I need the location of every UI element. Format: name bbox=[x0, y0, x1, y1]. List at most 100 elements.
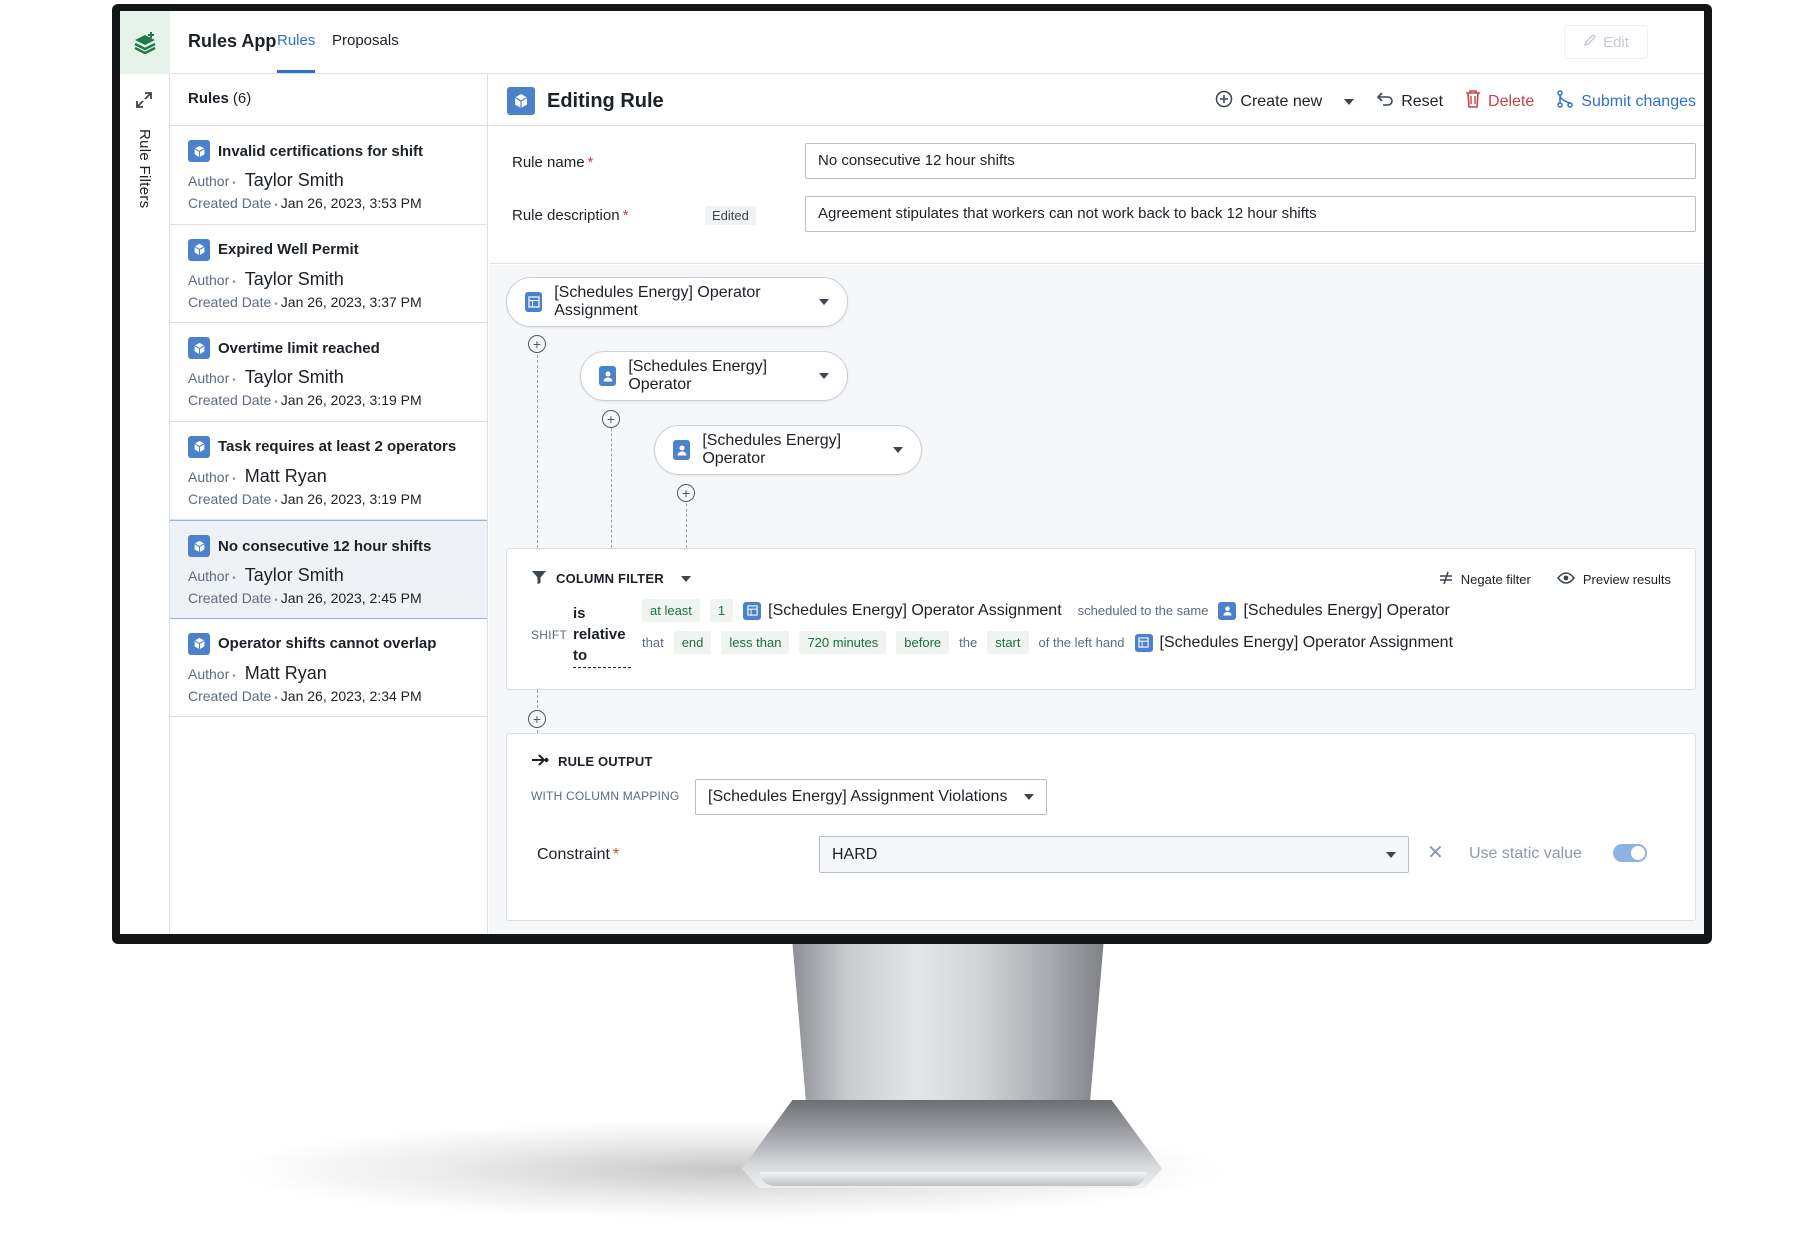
minutes-chip[interactable]: 720 minutes bbox=[799, 631, 887, 654]
column-mapping-select[interactable]: [Schedules Energy] Assignment Violations bbox=[695, 779, 1047, 815]
rule-created-date: Jan 26, 2023, 3:19 PM bbox=[280, 490, 422, 507]
rule-cube-icon bbox=[188, 337, 210, 359]
separator-dot: • bbox=[232, 375, 236, 386]
entity-operator[interactable]: [Schedules Energy] Operator bbox=[1218, 601, 1450, 620]
tab-proposals[interactable]: Proposals bbox=[332, 32, 399, 49]
rule-card[interactable]: No consecutive 12 hour shifts Author • Tayl… bbox=[170, 520, 487, 619]
relation-operator[interactable]: is relative to bbox=[573, 603, 631, 668]
end-chip[interactable]: end bbox=[673, 631, 712, 654]
create-new-label: Create new bbox=[1240, 92, 1323, 110]
filter-expression-line-1: at least 1 [Schedules Energy] Operator A… bbox=[642, 599, 1450, 622]
rule-output-title: RULE OUTPUT bbox=[558, 754, 653, 769]
rule-card[interactable]: Overtime limit reached Author • Taylor Smit… bbox=[170, 323, 487, 422]
reset-button[interactable]: Reset bbox=[1376, 90, 1443, 113]
rule-created-date: Jan 26, 2023, 3:53 PM bbox=[280, 195, 422, 211]
author-label: Author bbox=[188, 665, 230, 682]
rule-card[interactable]: Invalid certifications for shift Author • T… bbox=[170, 126, 487, 225]
monitor-bezel: Rules App Rules Proposals Edit Rule Filt… bbox=[112, 4, 1712, 944]
filter-rail: Rule Filters bbox=[120, 74, 170, 934]
expand-icon[interactable] bbox=[134, 90, 154, 115]
submit-changes-label: Submit changes bbox=[1581, 92, 1696, 110]
filter-icon bbox=[531, 569, 547, 588]
separator-dot: • bbox=[274, 692, 278, 704]
author-label: Author bbox=[188, 271, 230, 288]
edit-button[interactable]: Edit bbox=[1564, 25, 1648, 59]
rule-title: Task requires at least 2 operators bbox=[218, 438, 457, 455]
person-icon bbox=[599, 366, 617, 386]
rule-card[interactable]: Operator shifts cannot overlap Author • Mat… bbox=[170, 619, 487, 717]
add-node-icon[interactable]: + bbox=[528, 335, 546, 353]
rule-created-date: Jan 26, 2023, 3:19 PM bbox=[280, 392, 422, 408]
author-label: Author bbox=[188, 468, 230, 485]
separator-dot: • bbox=[274, 397, 278, 408]
person-icon bbox=[1218, 601, 1237, 620]
author-label: Author bbox=[188, 173, 230, 189]
table-icon bbox=[1134, 633, 1153, 652]
start-chip[interactable]: start bbox=[987, 631, 1029, 654]
rule-author: Taylor Smith bbox=[244, 268, 344, 289]
constraint-label: Constraint * bbox=[537, 846, 620, 863]
rule-created-date: Jan 26, 2023, 2:45 PM bbox=[280, 590, 422, 606]
created-date-label: Created Date bbox=[188, 195, 272, 211]
rules-list-panel: Rules (6) Invalid certifications for shif… bbox=[170, 74, 488, 934]
arrow-right-icon bbox=[531, 754, 549, 769]
use-static-value-toggle[interactable] bbox=[1613, 844, 1647, 862]
column-filter-header[interactable]: COLUMN FILTER bbox=[531, 569, 691, 588]
clear-icon[interactable]: ✕ bbox=[1427, 840, 1444, 865]
that-text: that bbox=[642, 635, 664, 650]
create-new-dropdown-icon[interactable] bbox=[1344, 98, 1355, 105]
before-chip[interactable]: before bbox=[896, 631, 950, 654]
rule-output-panel: RULE OUTPUT WITH COLUMN MAPPING [Schedul… bbox=[506, 733, 1696, 921]
create-new-button[interactable]: Create new bbox=[1215, 90, 1322, 113]
filter-expression-line-2: that end less than 720 minutes before th… bbox=[642, 631, 1453, 654]
created-date-label: Created Date bbox=[188, 687, 272, 704]
rule-logic-canvas: [Schedules Energy] Operator Assignment +… bbox=[489, 265, 1704, 934]
delete-button[interactable]: Delete bbox=[1465, 90, 1534, 113]
add-circle-icon bbox=[1215, 90, 1233, 113]
negate-filter-button[interactable]: Negate filter bbox=[1439, 571, 1531, 588]
reset-label: Reset bbox=[1401, 92, 1444, 110]
not-equal-icon bbox=[1439, 571, 1453, 588]
less-than-chip[interactable]: less than bbox=[721, 631, 790, 654]
chevron-down-icon bbox=[680, 575, 691, 582]
app-logo-icon[interactable] bbox=[120, 11, 170, 74]
add-node-icon[interactable]: + bbox=[602, 410, 620, 428]
pencil-icon bbox=[1583, 33, 1597, 51]
monitor-stand-base bbox=[760, 1172, 1146, 1186]
add-node-icon[interactable]: + bbox=[677, 484, 695, 502]
rule-author: Matt Ryan bbox=[244, 465, 327, 486]
chevron-down-icon bbox=[1024, 794, 1034, 800]
editor-header: Editing Rule Create new Reset Delete Sub… bbox=[489, 74, 1704, 126]
separator-dot: • bbox=[232, 670, 236, 682]
node-operator-2[interactable]: [Schedules Energy] Operator bbox=[654, 425, 922, 475]
node-operator-1[interactable]: [Schedules Energy] Operator bbox=[580, 351, 848, 401]
separator-dot: • bbox=[274, 200, 278, 211]
count-chip[interactable]: 1 bbox=[709, 599, 734, 622]
submit-changes-button[interactable]: Submit changes bbox=[1556, 90, 1696, 113]
rule-card[interactable]: Expired Well Permit Author • Taylor Smith Cr… bbox=[170, 225, 487, 323]
rule-description-input[interactable]: Agreement stipulates that workers can no… bbox=[805, 196, 1696, 232]
rule-author: Taylor Smith bbox=[244, 565, 344, 585]
constraint-select[interactable]: HARD bbox=[819, 836, 1409, 873]
rule-cube-icon bbox=[188, 140, 210, 162]
edited-tag: Edited bbox=[705, 206, 756, 225]
rule-title: Invalid certifications for shift bbox=[218, 142, 424, 160]
rule-title: Operator shifts cannot overlap bbox=[218, 635, 437, 652]
author-label: Author bbox=[188, 568, 230, 584]
entity-operator-assignment[interactable]: [Schedules Energy] Operator Assignment bbox=[743, 601, 1062, 620]
rule-filters-label[interactable]: Rule Filters bbox=[136, 129, 153, 208]
add-node-icon[interactable]: + bbox=[528, 710, 546, 728]
separator-dot: • bbox=[274, 495, 278, 507]
active-tab-indicator bbox=[277, 70, 315, 73]
rule-cube-icon bbox=[188, 238, 210, 261]
entity-operator-assignment[interactable]: [Schedules Energy] Operator Assignment bbox=[1134, 633, 1453, 652]
trash-icon bbox=[1465, 90, 1481, 113]
connector-line bbox=[611, 418, 612, 548]
at-least-chip[interactable]: at least bbox=[642, 599, 700, 622]
chevron-down-icon bbox=[819, 299, 829, 305]
node-operator-assignment[interactable]: [Schedules Energy] Operator Assignment bbox=[506, 277, 848, 327]
rule-card[interactable]: Task requires at least 2 operators Author… bbox=[170, 422, 487, 520]
rule-name-input[interactable]: No consecutive 12 hour shifts bbox=[805, 143, 1696, 179]
tab-rules[interactable]: Rules bbox=[277, 32, 315, 49]
preview-results-button[interactable]: Preview results bbox=[1556, 571, 1671, 588]
